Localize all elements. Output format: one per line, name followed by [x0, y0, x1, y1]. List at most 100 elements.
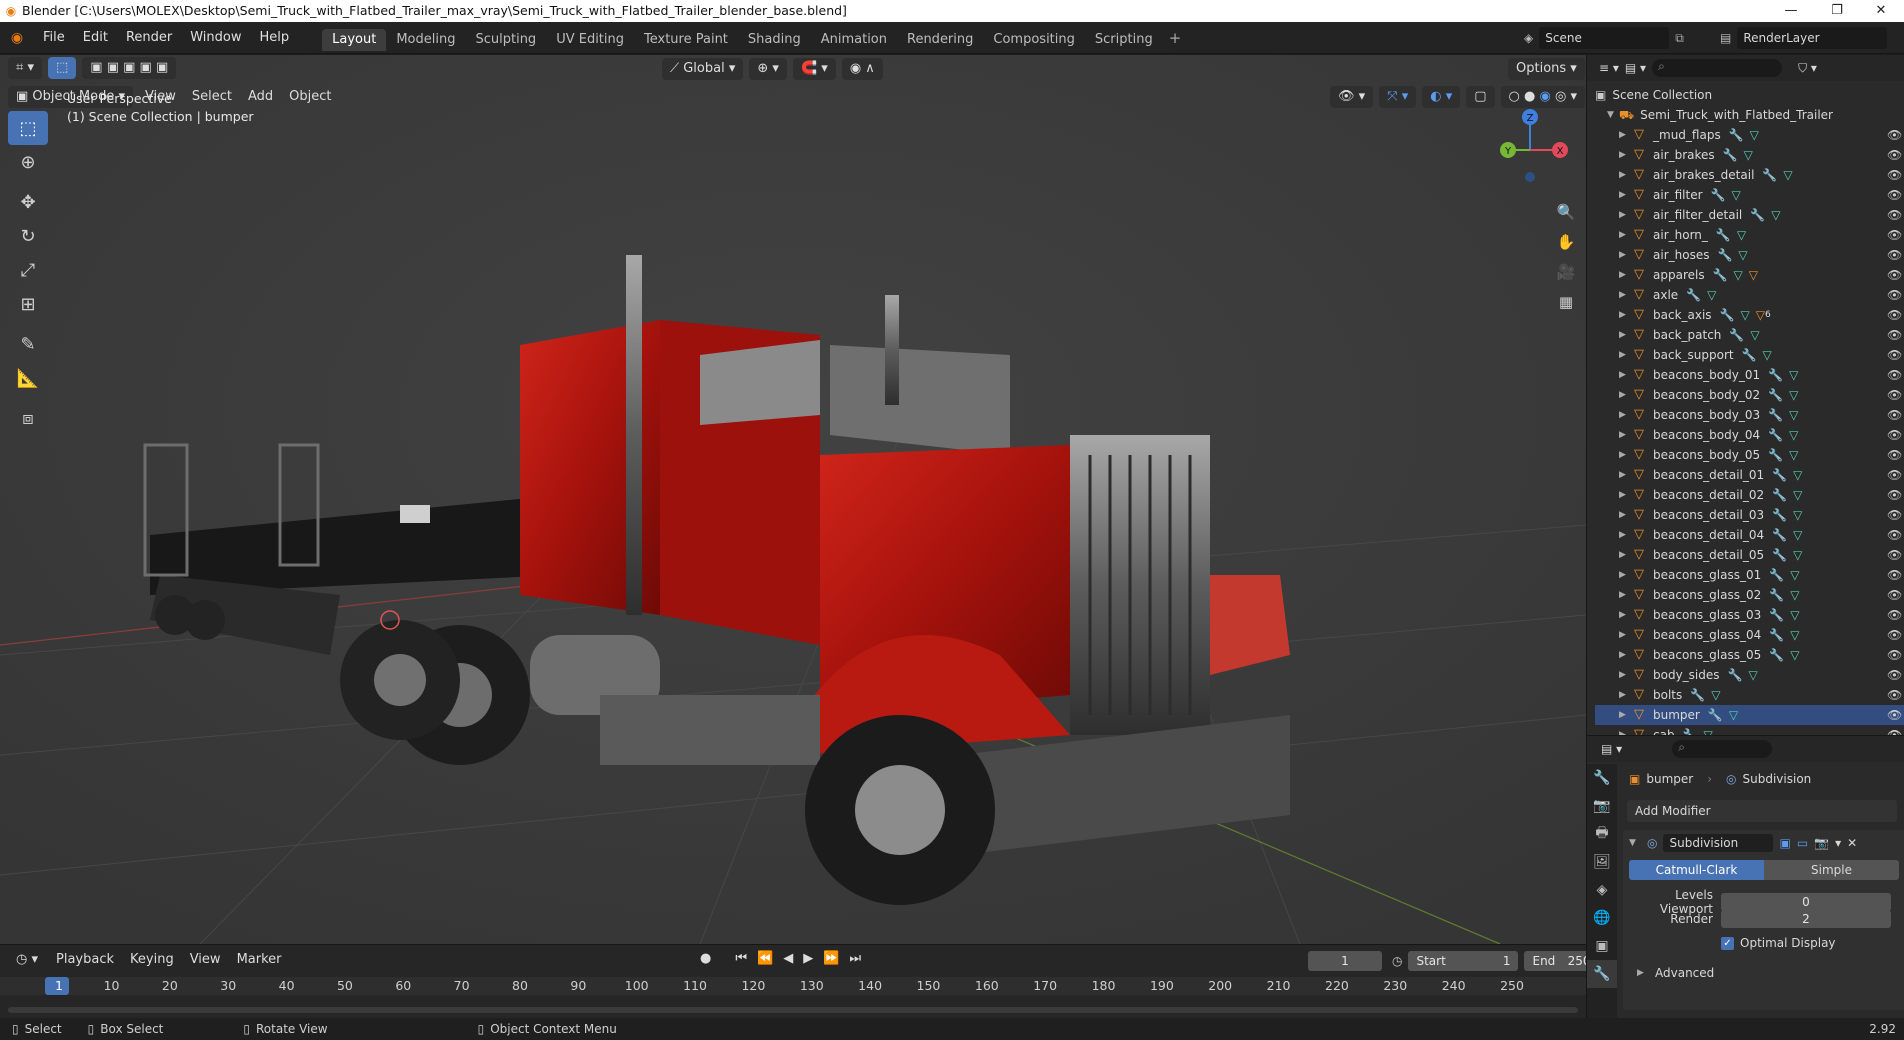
outliner-item[interactable]: ▶ ▽ beacons_detail_01 🔧 ▽ 👁	[1595, 465, 1904, 485]
visibility-eye-icon[interactable]: 👁	[1887, 425, 1902, 445]
mesh-data-icon[interactable]: ▽	[1783, 165, 1792, 185]
expand-arrow-icon[interactable]: ▶	[1619, 665, 1631, 685]
modifier-wrench-icon[interactable]: 🔧	[1716, 225, 1731, 245]
modifier-wrench-icon[interactable]: 🔧	[1769, 625, 1784, 645]
outliner-editor-type-icon[interactable]: ≡ ▾	[1599, 61, 1619, 75]
outliner-item[interactable]: ▶ ▽ beacons_detail_03 🔧 ▽ 👁	[1595, 505, 1904, 525]
pan-hand-icon[interactable]: ✋	[1552, 227, 1580, 257]
filter-icon[interactable]: ⛉ ▾	[1798, 61, 1817, 76]
visibility-eye-icon[interactable]: 👁	[1887, 545, 1902, 565]
scene-selector[interactable]: ◈ Scene ⧉	[1524, 26, 1684, 50]
mesh-data-icon[interactable]: ▽	[1771, 205, 1780, 225]
mesh-data-icon[interactable]: ▽	[1789, 365, 1798, 385]
expand-arrow-icon[interactable]: ▶	[1619, 265, 1631, 285]
mesh-data-icon[interactable]: ▽	[1741, 305, 1750, 325]
properties-search-input[interactable]: ⌕	[1672, 740, 1773, 758]
expand-arrow-icon[interactable]: ▶	[1619, 705, 1631, 725]
add-cube-tool-icon[interactable]: ⧈	[8, 401, 48, 435]
expand-arrow-icon[interactable]: ▼	[1607, 105, 1619, 125]
expand-arrow-icon[interactable]: ▶	[1619, 485, 1631, 505]
modifier-wrench-icon[interactable]: 🔧	[1769, 645, 1784, 665]
outliner-item[interactable]: ▶ ▽ apparels 🔧 ▽ ▽ 👁	[1595, 265, 1904, 285]
modifier-name-field[interactable]: Subdivision	[1663, 834, 1774, 852]
expand-arrow-icon[interactable]: ▶	[1619, 425, 1631, 445]
record-icon[interactable]: ●	[700, 951, 711, 966]
modifier-wrench-icon[interactable]: 🔧	[1720, 305, 1735, 325]
outliner-item[interactable]: ▶ ▽ cab 🔧 ▽ 👁	[1595, 725, 1904, 735]
scale-tool-icon[interactable]: ⤢	[8, 253, 48, 287]
modifier-wrench-icon[interactable]: 🔧	[1772, 485, 1787, 505]
scene-tab-icon[interactable]: ◈	[1587, 876, 1617, 904]
levels-viewport-field[interactable]: 0	[1721, 893, 1891, 911]
visibility-eye-icon[interactable]: 👁	[1887, 145, 1902, 165]
modifier-wrench-icon[interactable]: 🔧	[1772, 465, 1787, 485]
expand-arrow-icon[interactable]: ▶	[1619, 225, 1631, 245]
gizmo-toggle-icon[interactable]: ⤧ ▾	[1379, 86, 1417, 108]
tab-layout[interactable]: Layout	[322, 29, 387, 51]
expand-arrow-icon[interactable]: ▶	[1619, 545, 1631, 565]
mesh-data-icon[interactable]: ▽	[1793, 465, 1802, 485]
mesh-data-icon[interactable]: ▽	[1789, 445, 1798, 465]
render-levels-field[interactable]: 2	[1721, 910, 1891, 928]
modifier-wrench-icon[interactable]: 🔧	[1708, 705, 1723, 725]
mesh-data-icon[interactable]: ▽	[1789, 405, 1798, 425]
outliner-item[interactable]: ▶ ▽ beacons_glass_02 🔧 ▽ 👁	[1595, 585, 1904, 605]
3d-viewport[interactable]: ⌗ ▾ ⬚ ▣ ▣ ▣ ▣ ▣ ⟋ Global ▾ ⊕ ▾ 🧲 ▾ ◉ ∧ O…	[0, 55, 1586, 944]
expand-arrow-icon[interactable]: ▶	[1619, 645, 1631, 665]
tab-sculpting[interactable]: Sculpting	[465, 29, 546, 51]
modifier-wrench-icon[interactable]: 🔧	[1772, 525, 1787, 545]
visibility-eye-icon[interactable]: 👁	[1887, 345, 1902, 365]
expand-arrow-icon[interactable]: ▶	[1619, 205, 1631, 225]
render-layer-selector[interactable]: ▤ RenderLayer	[1720, 26, 1888, 50]
simple-option[interactable]: Simple	[1764, 860, 1899, 880]
timeline-menu-view[interactable]: View	[182, 949, 229, 971]
menu-window[interactable]: Window	[181, 22, 250, 54]
mesh-data-icon[interactable]: ▽	[1790, 645, 1799, 665]
proportional-edit-dropdown[interactable]: ◉ ∧	[841, 58, 883, 80]
outliner-item[interactable]: ▶ ▽ air_brakes 🔧 ▽ 👁	[1595, 145, 1904, 165]
expand-arrow-icon[interactable]: ▶	[1619, 345, 1631, 365]
output-tab-icon[interactable]: 🖶	[1587, 820, 1617, 848]
navigation-gizmo[interactable]: Z X Y	[1490, 105, 1570, 185]
modifier-wrench-icon[interactable]: 🔧	[1769, 605, 1784, 625]
outliner-item[interactable]: ▶ ▽ air_hoses 🔧 ▽ 👁	[1595, 245, 1904, 265]
visibility-eye-icon[interactable]: 👁	[1887, 125, 1902, 145]
visibility-eye-icon[interactable]: 👁	[1887, 585, 1902, 605]
outliner-item[interactable]: ▶ ▽ _mud_flaps 🔧 ▽ 👁	[1595, 125, 1904, 145]
tab-texture-paint[interactable]: Texture Paint	[634, 29, 738, 51]
modifier-wrench-icon[interactable]: 🔧	[1711, 185, 1726, 205]
expand-arrow-icon[interactable]: ▶	[1619, 145, 1631, 165]
outliner-item[interactable]: ▶ ▽ bolts 🔧 ▽ 👁	[1595, 685, 1904, 705]
expand-arrow-icon[interactable]: ▶	[1619, 125, 1631, 145]
expand-arrow-icon[interactable]: ▶	[1619, 325, 1631, 345]
visibility-eye-icon[interactable]: 👁	[1887, 385, 1902, 405]
mesh-data-icon[interactable]: ▽	[1789, 425, 1798, 445]
modifier-wrench-icon[interactable]: 🔧	[1713, 265, 1728, 285]
expand-arrow-icon[interactable]: ▶	[1619, 365, 1631, 385]
mesh-data-icon[interactable]: ▽	[1789, 385, 1798, 405]
visibility-eye-icon[interactable]: 👁	[1887, 365, 1902, 385]
mesh-data-icon[interactable]: ▽	[1729, 705, 1738, 725]
select-tool-icon[interactable]: ⬚	[47, 57, 77, 79]
prev-keyframe-icon[interactable]: ⏪	[757, 951, 773, 966]
mesh-data-icon[interactable]: ▽	[1793, 525, 1802, 545]
expand-arrow-icon[interactable]: ▶	[1619, 685, 1631, 705]
visibility-eye-icon[interactable]: 👁	[1887, 225, 1902, 245]
next-keyframe-icon[interactable]: ⏩	[823, 951, 839, 966]
modifier-wrench-icon[interactable]: 🔧	[1742, 345, 1757, 365]
snap-dropdown[interactable]: 🧲 ▾	[792, 58, 836, 80]
mesh-data-icon[interactable]: ▽	[1711, 685, 1720, 705]
outliner-item[interactable]: ▶ ▽ bumper 🔧 ▽ 👁	[1595, 705, 1904, 725]
visibility-eye-icon[interactable]: 👁	[1887, 185, 1902, 205]
visibility-eye-icon[interactable]: 👁	[1887, 265, 1902, 285]
menu-file[interactable]: File	[34, 22, 74, 54]
visibility-eye-icon[interactable]: 👁	[1887, 305, 1902, 325]
expand-arrow-icon[interactable]: ▶	[1619, 605, 1631, 625]
expand-arrow-icon[interactable]: ▶	[1619, 525, 1631, 545]
modifier-menu-icon[interactable]: ▾	[1835, 836, 1841, 850]
copy-scene-icon[interactable]: ⧉	[1675, 31, 1684, 46]
expand-arrow-icon[interactable]: ▶	[1619, 585, 1631, 605]
expand-arrow-icon[interactable]: ▶	[1619, 285, 1631, 305]
mesh-data-icon[interactable]: ▽	[1793, 545, 1802, 565]
outliner-item[interactable]: ▶ ▽ beacons_glass_01 🔧 ▽ 👁	[1595, 565, 1904, 585]
